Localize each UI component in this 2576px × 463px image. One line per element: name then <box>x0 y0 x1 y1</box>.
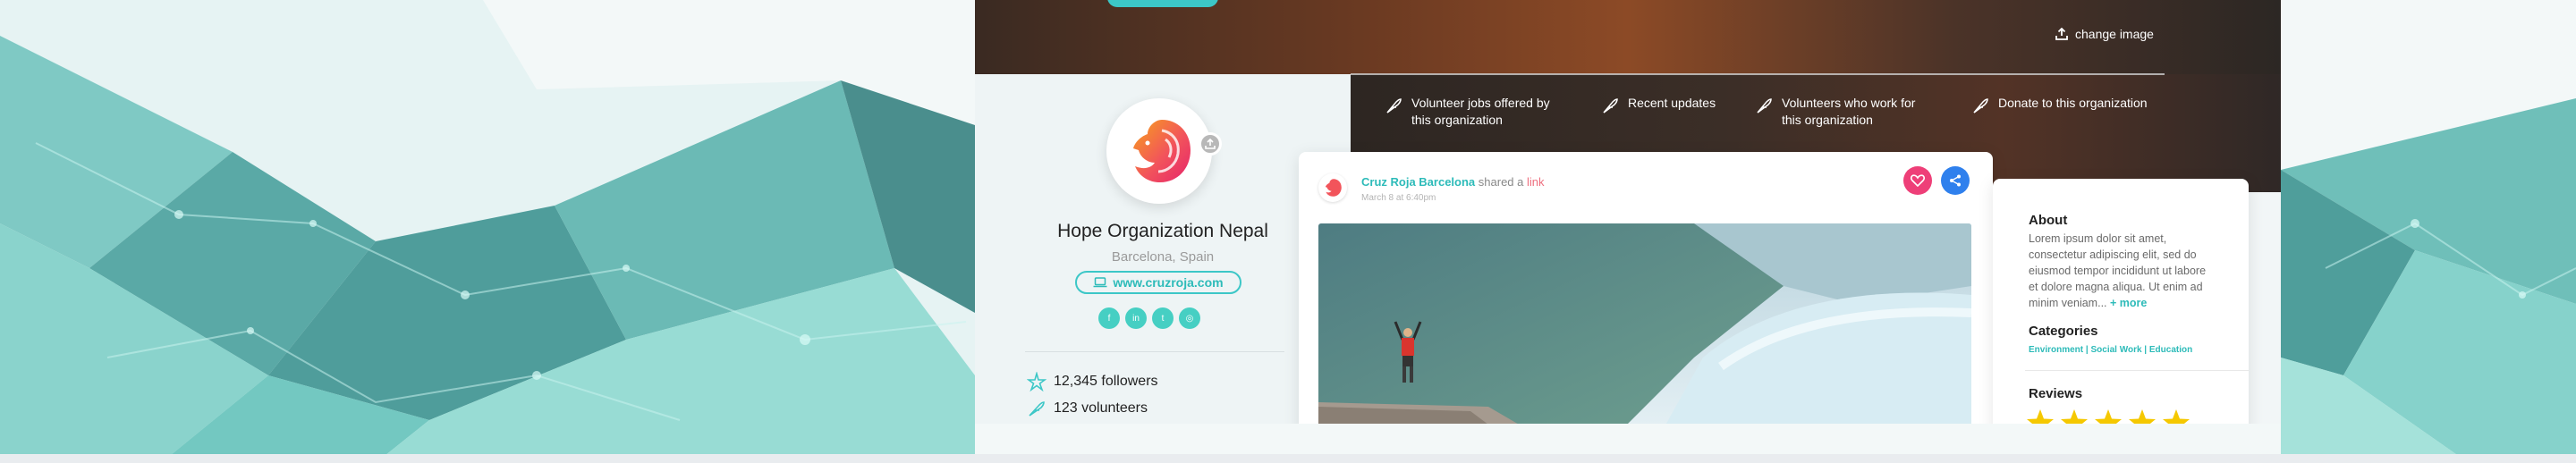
feather-icon <box>1973 98 1988 114</box>
profile-divider <box>1025 351 1284 352</box>
reviews-title: Reviews <box>2029 386 2083 401</box>
mountain-lake-photo <box>1318 223 1971 424</box>
about-title: About <box>2029 213 2068 228</box>
organization-logo <box>1106 98 1212 204</box>
post-link[interactable]: link <box>1527 175 1545 189</box>
post-author-link[interactable]: Cruz Roja Barcelona <box>1361 175 1475 189</box>
organization-location: Barcelona, Spain <box>1111 249 1215 265</box>
nav-item-volunteers[interactable]: Volunteers who work for this organizatio… <box>1755 95 1934 129</box>
feather-icon <box>1386 98 1402 114</box>
star-icon <box>2027 409 2054 424</box>
card-divider <box>2025 370 2249 371</box>
nav-item-volunteer-jobs[interactable]: Volunteer jobs offered by this organizat… <box>1385 95 1555 129</box>
star-burst-icon <box>1027 372 1046 391</box>
star-icon <box>2129 409 2156 424</box>
more-link[interactable]: + more <box>2110 297 2147 309</box>
hero-action-button[interactable] <box>1107 0 1218 7</box>
nav-item-donate[interactable]: Donate to this organization <box>1971 95 2168 114</box>
social-links: f in t ◎ <box>1098 307 1200 329</box>
star-icon <box>2061 409 2088 424</box>
post-action-text: shared a <box>1478 175 1524 189</box>
about-card: About Lorem ipsum dolor sit amet, consec… <box>1993 179 2249 424</box>
heart-icon <box>1911 174 1925 187</box>
facebook-icon[interactable]: f <box>1098 307 1120 329</box>
profile-panel: change image Volunteer jobs offered by t… <box>975 0 2281 424</box>
nav-item-label: Volunteer jobs offered by this organizat… <box>1411 96 1550 127</box>
followers-stat: 12,345 followers <box>1027 372 1158 391</box>
instagram-icon[interactable]: ◎ <box>1179 307 1200 329</box>
star-icon <box>2095 409 2122 424</box>
change-image-button[interactable]: change image <box>2055 27 2154 41</box>
feather-icon <box>1757 98 1772 114</box>
lion-logo-icon <box>1325 179 1342 197</box>
lion-logo-icon <box>1133 120 1191 182</box>
change-image-label: change image <box>2075 27 2154 41</box>
feather-icon <box>1603 98 1618 114</box>
cover-image: change image <box>975 0 2281 74</box>
laptop-icon <box>1093 277 1107 288</box>
share-button[interactable] <box>1941 166 1970 195</box>
nav-item-label: Recent updates <box>1628 96 1716 110</box>
edit-logo-button[interactable] <box>1199 132 1222 156</box>
categories-list[interactable]: Environment | Social Work | Education <box>2029 345 2192 355</box>
volunteers-stat: 123 volunteers <box>1027 399 1148 418</box>
nav-item-label: Volunteers who work for this organizatio… <box>1782 96 1916 127</box>
categories-title: Categories <box>2029 324 2098 339</box>
followers-label: 12,345 followers <box>1054 374 1158 389</box>
post-date: March 8 at 6:40pm <box>1361 193 1436 203</box>
website-label: www.cruzroja.com <box>1113 275 1224 290</box>
page-footer-strip <box>0 454 2576 463</box>
feather-icon <box>1029 401 1045 417</box>
post-author-avatar[interactable] <box>1318 173 1347 202</box>
twitter-icon[interactable]: t <box>1152 307 1174 329</box>
like-button[interactable] <box>1903 166 1932 195</box>
review-stars <box>2025 408 2191 424</box>
about-text: Lorem ipsum dolor sit amet, consectetur … <box>2029 231 2216 311</box>
nav-item-label: Donate to this organization <box>1998 96 2148 110</box>
volunteers-label: 123 volunteers <box>1054 400 1148 416</box>
organization-name: Hope Organization Nepal <box>1057 221 1268 241</box>
linkedin-icon[interactable]: in <box>1125 307 1147 329</box>
upload-icon <box>2055 28 2068 40</box>
post-card: Cruz Roja Barcelona shared a link March … <box>1299 152 1993 424</box>
post-image[interactable] <box>1318 223 1971 424</box>
nav-divider <box>1351 73 2165 75</box>
upload-icon <box>1205 139 1216 149</box>
share-icon <box>1950 174 1961 187</box>
nav-item-recent-updates[interactable]: Recent updates <box>1601 95 1726 114</box>
star-icon <box>2163 409 2190 424</box>
post-header: Cruz Roja Barcelona shared a link <box>1361 175 1545 189</box>
website-link[interactable]: www.cruzroja.com <box>1075 271 1241 294</box>
